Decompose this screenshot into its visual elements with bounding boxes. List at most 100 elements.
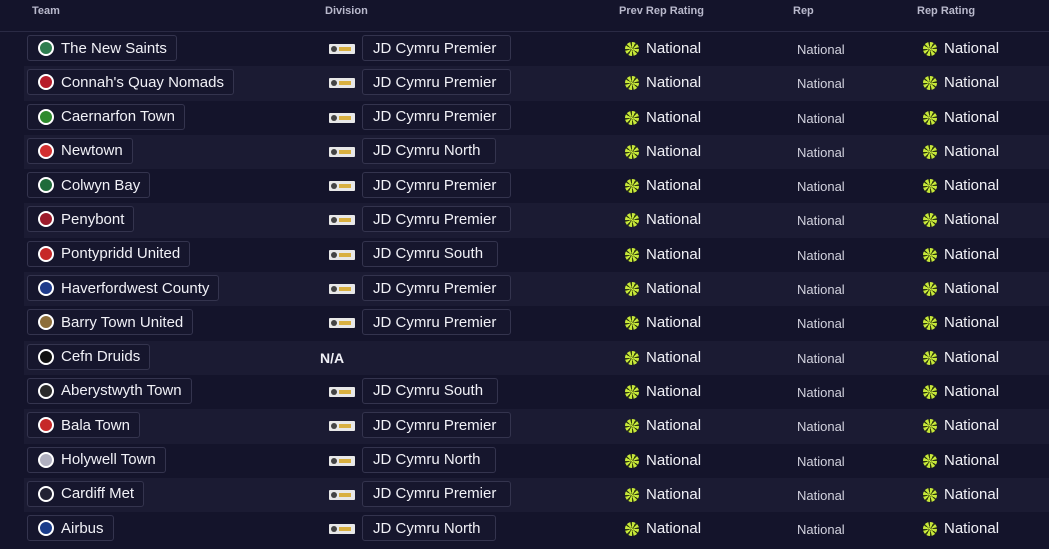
club-crest-icon: [38, 280, 54, 297]
table-row[interactable]: Haverfordwest County JD Cymru Premier Nati…: [0, 272, 1049, 307]
division-link[interactable]: JD Cymru North: [362, 515, 496, 542]
league-flag-icon: [329, 146, 355, 157]
table-row[interactable]: Aberystwyth Town JD Cymru South National Na…: [0, 374, 1049, 410]
table-row[interactable]: Penybont JD Cymru Premier National National…: [0, 203, 1049, 238]
team-link[interactable]: Penybont: [27, 206, 135, 233]
division-link[interactable]: JD Cymru Premier: [362, 275, 512, 302]
prev-rep-rating: National: [646, 382, 702, 400]
team-name: Newtown: [61, 142, 123, 160]
team-link[interactable]: Colwyn Bay: [27, 172, 151, 199]
column-header-team[interactable]: Team: [32, 5, 60, 17]
prev-rep-rating: National: [646, 142, 702, 160]
table-row[interactable]: Barry Town United JD Cymru Premier Nationa…: [0, 306, 1049, 341]
team-name: Colwyn Bay: [61, 176, 141, 194]
column-header-rep-rating[interactable]: Rep Rating: [917, 5, 975, 17]
division-link[interactable]: JD Cymru Premier: [362, 69, 512, 96]
column-header-prev-rep-rating[interactable]: Prev Rep Rating: [619, 5, 704, 17]
rep-rating: National: [944, 485, 1000, 503]
team-link[interactable]: Barry Town United: [27, 309, 194, 336]
row-gutter: [0, 512, 24, 547]
reputation-wheel-icon: [923, 282, 937, 297]
team-link[interactable]: Holywell Town: [27, 446, 166, 473]
team-link[interactable]: Haverfordwest County: [27, 275, 220, 302]
table-row[interactable]: Holywell Town JD Cymru North National Natio…: [0, 443, 1049, 478]
reputation-wheel-icon: [625, 282, 639, 297]
division-link[interactable]: JD Cymru South: [362, 240, 499, 267]
team-link[interactable]: Bala Town: [27, 412, 140, 439]
reputation-wheel-icon: [625, 76, 639, 91]
table-row[interactable]: Pontypridd United JD Cymru South National N…: [0, 237, 1049, 273]
rep-value: National: [797, 350, 845, 366]
team-name: Cardiff Met: [61, 485, 135, 503]
row-gutter: [0, 374, 24, 410]
prev-rep-rating: National: [646, 417, 702, 435]
division-link[interactable]: JD Cymru Premier: [362, 35, 512, 61]
team-link[interactable]: Connah's Quay Nomads: [27, 69, 234, 96]
table-row[interactable]: Airbus JD Cymru North National National Nati…: [0, 512, 1049, 547]
reputation-wheel-icon: [625, 522, 639, 537]
rep-value: National: [797, 419, 845, 435]
prev-rep-rating: National: [646, 211, 702, 229]
club-crest-icon: [38, 211, 54, 228]
team-link[interactable]: Cardiff Met: [27, 480, 145, 507]
division-link[interactable]: JD Cymru Premier: [362, 103, 512, 130]
table-row[interactable]: Connah's Quay Nomads JD Cymru Premier Nati…: [0, 66, 1049, 101]
rep-value: National: [797, 213, 845, 229]
table-row[interactable]: Colwyn Bay JD Cymru Premier National Nation…: [0, 169, 1049, 204]
team-link[interactable]: Aberystwyth Town: [27, 377, 192, 404]
rep-rating: National: [944, 382, 1000, 400]
division-link[interactable]: JD Cymru North: [362, 137, 496, 164]
table-row[interactable]: The New Saints JD Cymru Premier National Na…: [0, 32, 1049, 67]
reputation-wheel-icon: [625, 110, 639, 125]
team-name: Bala Town: [61, 416, 130, 434]
table-row[interactable]: Bala Town JD Cymru Premier National Nationa…: [0, 409, 1049, 444]
rep-rating: National: [944, 40, 1000, 57]
team-name: Cefn Druids: [61, 348, 141, 366]
table-row[interactable]: Caernarfon Town JD Cymru Premier National N…: [0, 100, 1049, 135]
reputation-wheel-icon: [923, 384, 937, 399]
team-link[interactable]: Cefn Druids: [27, 343, 151, 370]
team-link[interactable]: Caernarfon Town: [27, 103, 185, 130]
division-link[interactable]: JD Cymru Premier: [362, 480, 512, 507]
team-name: Holywell Town: [61, 451, 156, 469]
reputation-wheel-icon: [625, 453, 639, 468]
team-name: The New Saints: [61, 39, 167, 57]
rep-rating: National: [944, 211, 1000, 229]
league-flag-icon: [329, 284, 355, 295]
rep-value: National: [797, 110, 845, 126]
column-header-division[interactable]: Division: [325, 5, 368, 17]
division-link[interactable]: JD Cymru Premier: [362, 412, 512, 439]
division-link[interactable]: JD Cymru Premier: [362, 172, 512, 199]
prev-rep-rating: National: [646, 451, 702, 469]
prev-rep-rating: National: [646, 348, 702, 366]
reputation-wheel-icon: [923, 453, 937, 468]
team-name: Barry Town United: [61, 313, 184, 331]
team-link[interactable]: Pontypridd United: [27, 240, 191, 267]
reputation-wheel-icon: [625, 213, 639, 228]
team-name: Airbus: [61, 519, 104, 537]
league-flag-icon: [329, 181, 355, 192]
division-link[interactable]: JD Cymru North: [362, 446, 496, 473]
table-row[interactable]: Cardiff Met JD Cymru Premier National Natio…: [0, 477, 1049, 513]
prev-rep-rating: National: [646, 520, 702, 538]
division-link[interactable]: JD Cymru Premier: [362, 206, 512, 233]
table-row[interactable]: Newtown JD Cymru North National National Nat…: [0, 134, 1049, 170]
reputation-wheel-icon: [923, 42, 937, 56]
reputation-wheel-icon: [923, 213, 937, 228]
league-flag-icon: [329, 421, 355, 432]
division-link[interactable]: JD Cymru Premier: [362, 309, 512, 336]
column-header-rep[interactable]: Rep: [793, 5, 814, 17]
rep-value: National: [797, 144, 845, 160]
club-crest-icon: [38, 348, 54, 365]
rep-rating: National: [944, 451, 1000, 469]
rep-value: National: [797, 522, 845, 538]
team-link[interactable]: Airbus: [27, 515, 114, 542]
rep-rating: National: [944, 314, 1000, 332]
team-link[interactable]: The New Saints: [27, 35, 177, 61]
league-flag-icon: [329, 455, 355, 466]
division-na: N/A: [320, 349, 345, 366]
division-link[interactable]: JD Cymru South: [362, 377, 499, 404]
rep-rating: National: [944, 74, 1000, 92]
table-row[interactable]: Cefn Druids N/A National National National: [0, 340, 1049, 375]
team-link[interactable]: Newtown: [27, 137, 133, 164]
